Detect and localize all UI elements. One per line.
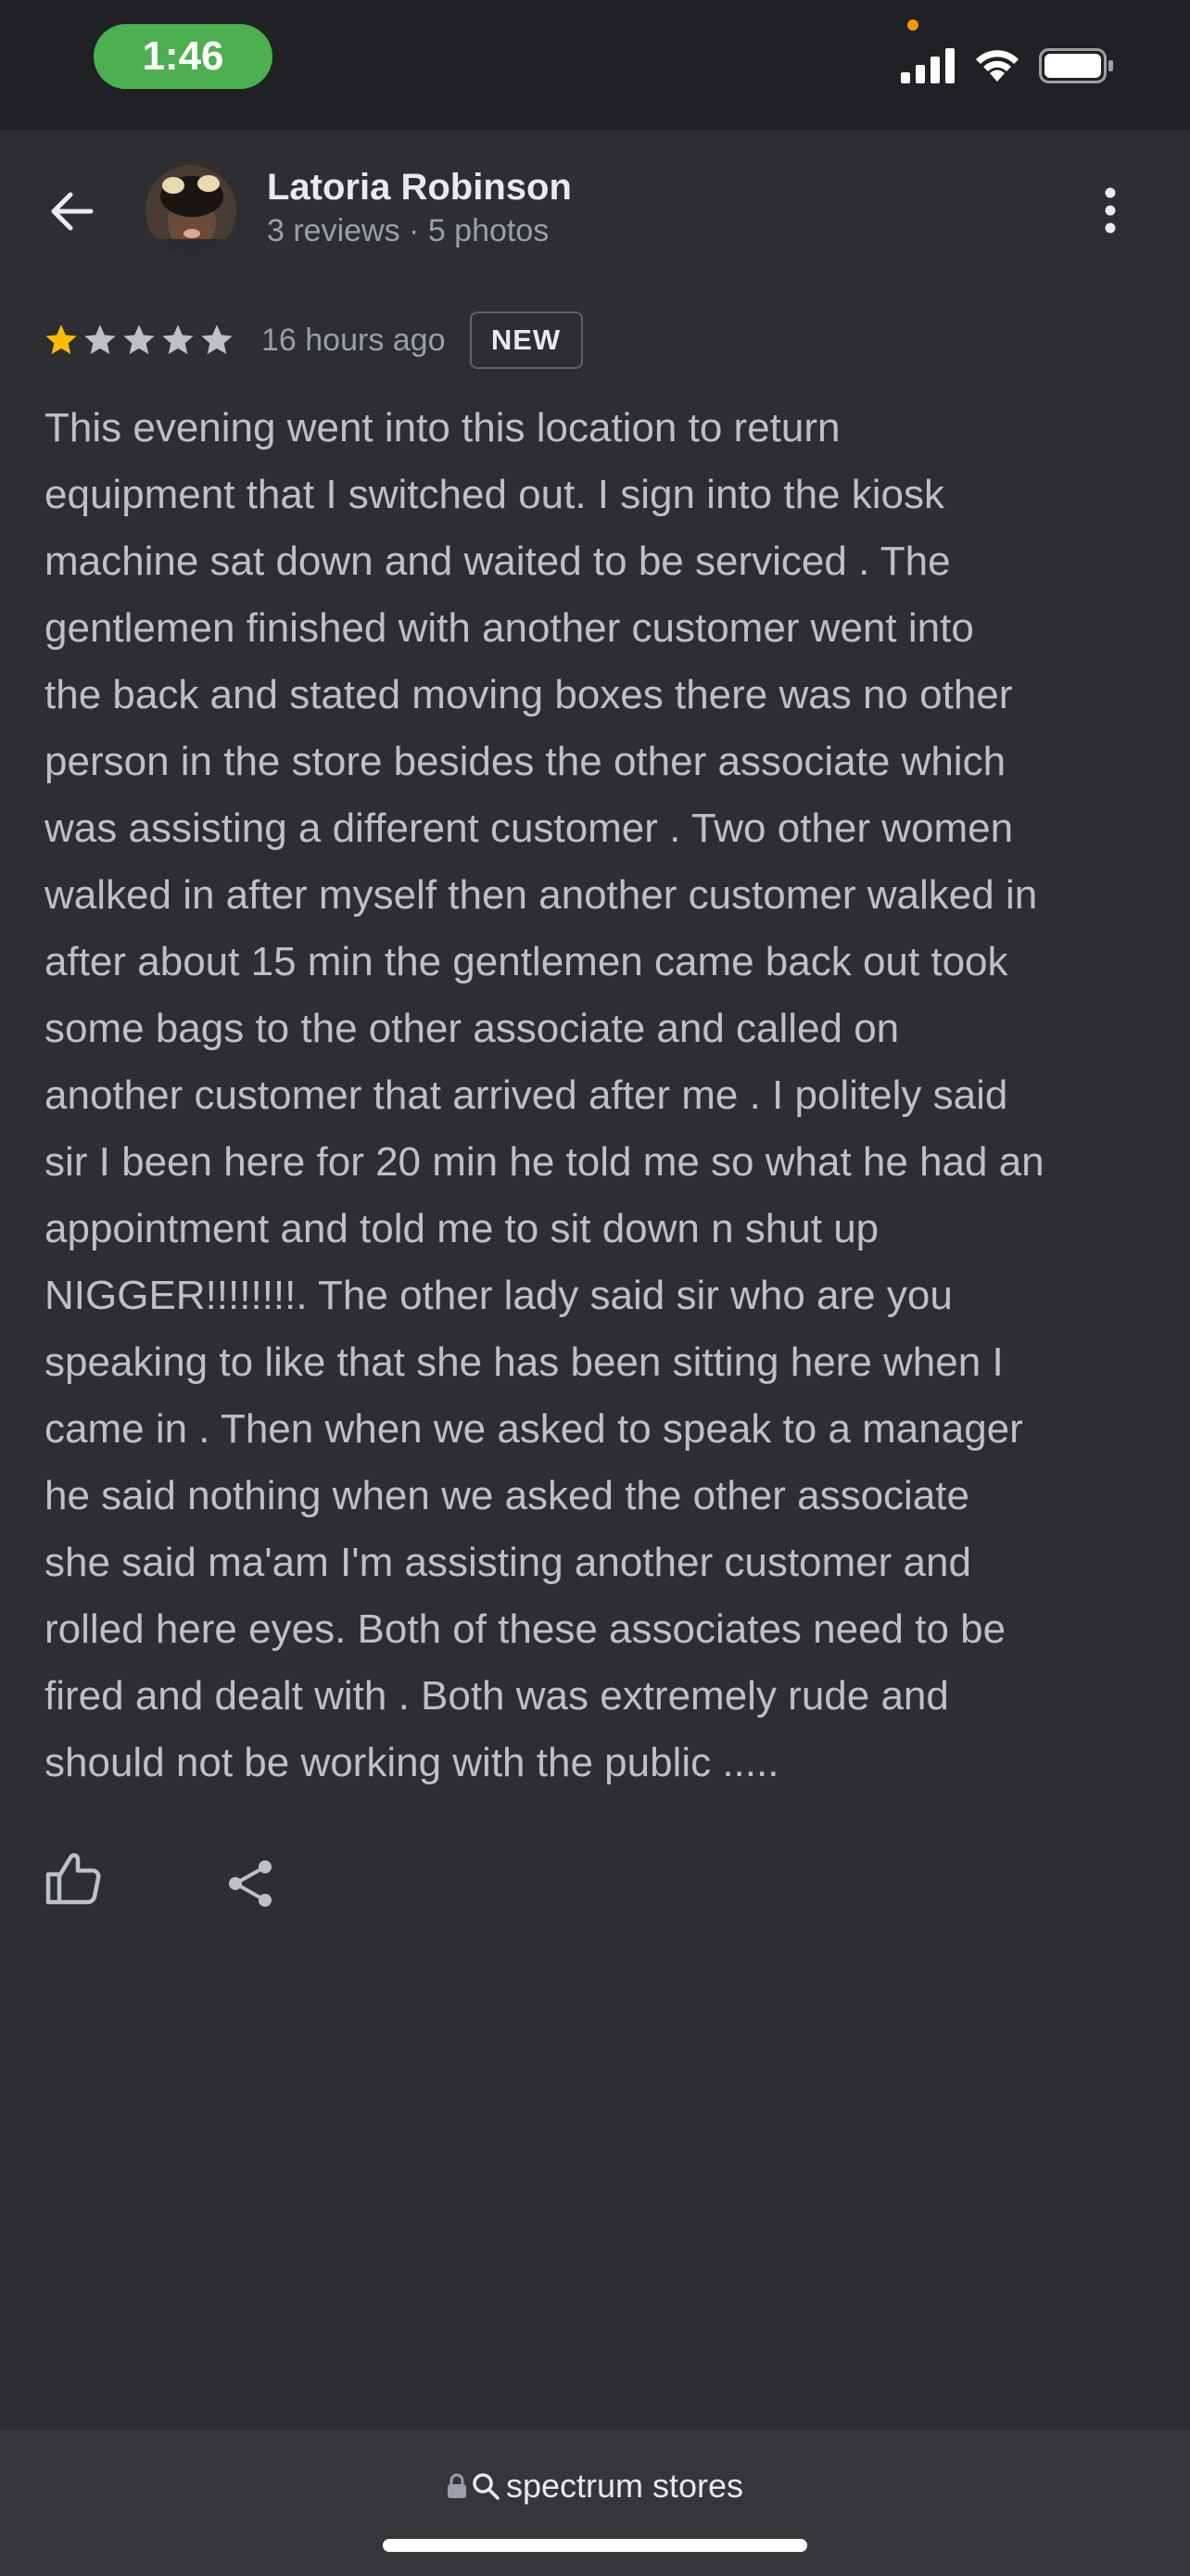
review-text: This evening went into this location to …: [44, 405, 1044, 1785]
star-empty-icon: [84, 324, 116, 354]
arrow-left-icon[interactable]: [46, 185, 98, 237]
privacy-indicator-dot: [907, 19, 918, 31]
review-header: Latoria Robinson 3 reviews · 5 photos: [0, 130, 1190, 292]
share-icon[interactable]: [224, 1858, 276, 1910]
lock-icon: [447, 2473, 466, 2498]
avatar[interactable]: [146, 165, 236, 256]
star-filled-icon: [45, 324, 77, 354]
wifi-icon: [976, 50, 1019, 82]
status-bar: 1:46: [0, 0, 1190, 130]
new-badge: NEW: [469, 311, 583, 369]
rating-row: 16 hours ago NEW: [43, 309, 583, 372]
browser-bottom-bar: spectrum stores: [0, 2430, 1190, 2576]
star-empty-icon: [123, 324, 155, 354]
more-vert-icon[interactable]: [1094, 184, 1127, 239]
thumbs-up-icon[interactable]: [44, 1850, 102, 1906]
status-time: 1:46: [94, 24, 272, 89]
search-icon: [473, 2473, 500, 2500]
avatar-image: [146, 165, 236, 256]
address-bar[interactable]: spectrum stores: [0, 2467, 1190, 2506]
battery-icon: [1039, 48, 1113, 83]
reviewer-name[interactable]: Latoria Robinson: [267, 167, 572, 209]
star-rating: [43, 322, 237, 359]
home-indicator[interactable]: [383, 2539, 807, 2552]
cellular-signal-icon: [901, 48, 955, 83]
review-time: 16 hours ago: [261, 322, 446, 358]
star-empty-icon: [201, 324, 233, 354]
star-empty-icon: [162, 324, 194, 354]
reviewer-stats: 3 reviews · 5 photos: [267, 213, 550, 248]
address-bar-text[interactable]: spectrum stores: [506, 2467, 743, 2506]
